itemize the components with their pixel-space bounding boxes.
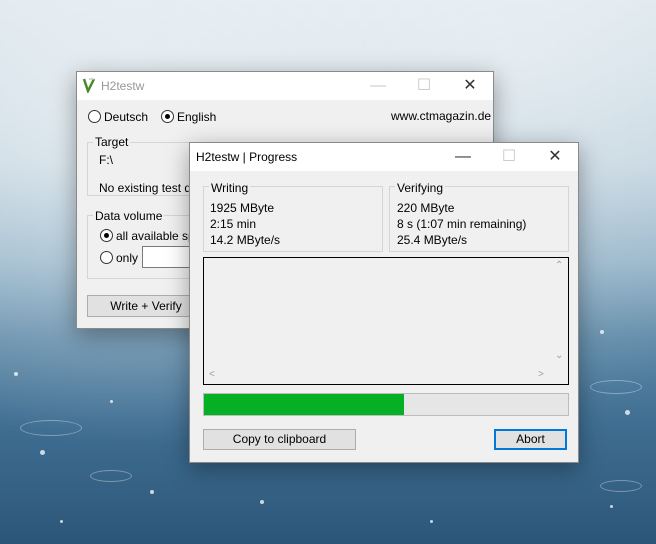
close-icon[interactable]: ✕ <box>447 72 493 100</box>
water-ripple <box>20 420 82 436</box>
water-drop <box>260 500 264 504</box>
writing-time: 2:15 min <box>210 217 257 231</box>
maximize-icon[interactable]: ☐ <box>486 143 532 171</box>
writing-amount: 1925 MByte <box>210 201 275 215</box>
water-drop <box>150 490 154 494</box>
label-english: English <box>177 110 217 124</box>
progress-bar-fill <box>204 394 405 415</box>
radio-english[interactable] <box>161 110 174 123</box>
water-drop <box>430 520 433 523</box>
writing-speed: 14.2 MByte/s <box>210 233 281 247</box>
h2testw-app-icon <box>82 78 96 93</box>
radio-deutsch[interactable] <box>88 110 101 123</box>
scroll-down-icon[interactable]: ⌄ <box>555 350 563 361</box>
scroll-left-icon[interactable]: < <box>209 369 215 380</box>
progress-window-title: H2testw | Progress <box>196 150 298 164</box>
maximize-icon[interactable]: ☐ <box>401 72 447 100</box>
verifying-time: 8 s (1:07 min remaining) <box>397 217 527 231</box>
water-drop <box>110 400 113 403</box>
abort-button[interactable]: Abort <box>494 429 567 450</box>
label-deutsch: Deutsch <box>104 110 149 124</box>
minimize-icon[interactable]: — <box>440 143 486 171</box>
water-ripple <box>590 380 642 394</box>
water-drop <box>610 505 613 508</box>
writing-label: Writing <box>209 181 251 195</box>
log-textarea[interactable]: ⌃ ⌄ < > <box>203 257 569 385</box>
website-link[interactable]: www.ctmagazin.de <box>391 109 491 123</box>
water-drop <box>625 410 630 415</box>
close-icon[interactable]: ✕ <box>532 143 578 171</box>
water-drop <box>14 372 18 376</box>
water-ripple <box>90 470 132 482</box>
progress-window: H2testw | Progress — ☐ ✕ Writing 1925 MB… <box>189 142 579 463</box>
verifying-speed: 25.4 MByte/s <box>397 233 468 247</box>
horizontal-scrollbar[interactable]: < > <box>204 367 568 384</box>
main-titlebar[interactable]: H2testw — ☐ ✕ <box>77 72 493 100</box>
progress-bar <box>203 393 569 416</box>
water-drop <box>600 330 604 334</box>
radio-all-space[interactable] <box>100 229 113 242</box>
label-only: only <box>116 251 139 265</box>
water-drop <box>40 450 45 455</box>
scroll-up-icon[interactable]: ⌃ <box>555 260 563 271</box>
water-drop <box>60 520 63 523</box>
vertical-scrollbar[interactable]: ⌃ ⌄ <box>551 258 568 366</box>
scroll-right-icon[interactable]: > <box>538 369 544 380</box>
water-ripple <box>600 480 642 492</box>
minimize-icon[interactable]: — <box>355 72 401 100</box>
verifying-label: Verifying <box>395 181 446 195</box>
progress-titlebar[interactable]: H2testw | Progress — ☐ ✕ <box>190 143 578 171</box>
data-volume-label: Data volume <box>93 209 165 223</box>
target-group-label: Target <box>93 135 131 149</box>
main-window-title: H2testw <box>101 79 145 93</box>
target-path: F:\ <box>99 153 113 167</box>
write-verify-button[interactable]: Write + Verify <box>87 295 205 317</box>
copy-to-clipboard-button[interactable]: Copy to clipboard <box>203 429 356 450</box>
verifying-amount: 220 MByte <box>397 201 455 215</box>
radio-only[interactable] <box>100 251 113 264</box>
